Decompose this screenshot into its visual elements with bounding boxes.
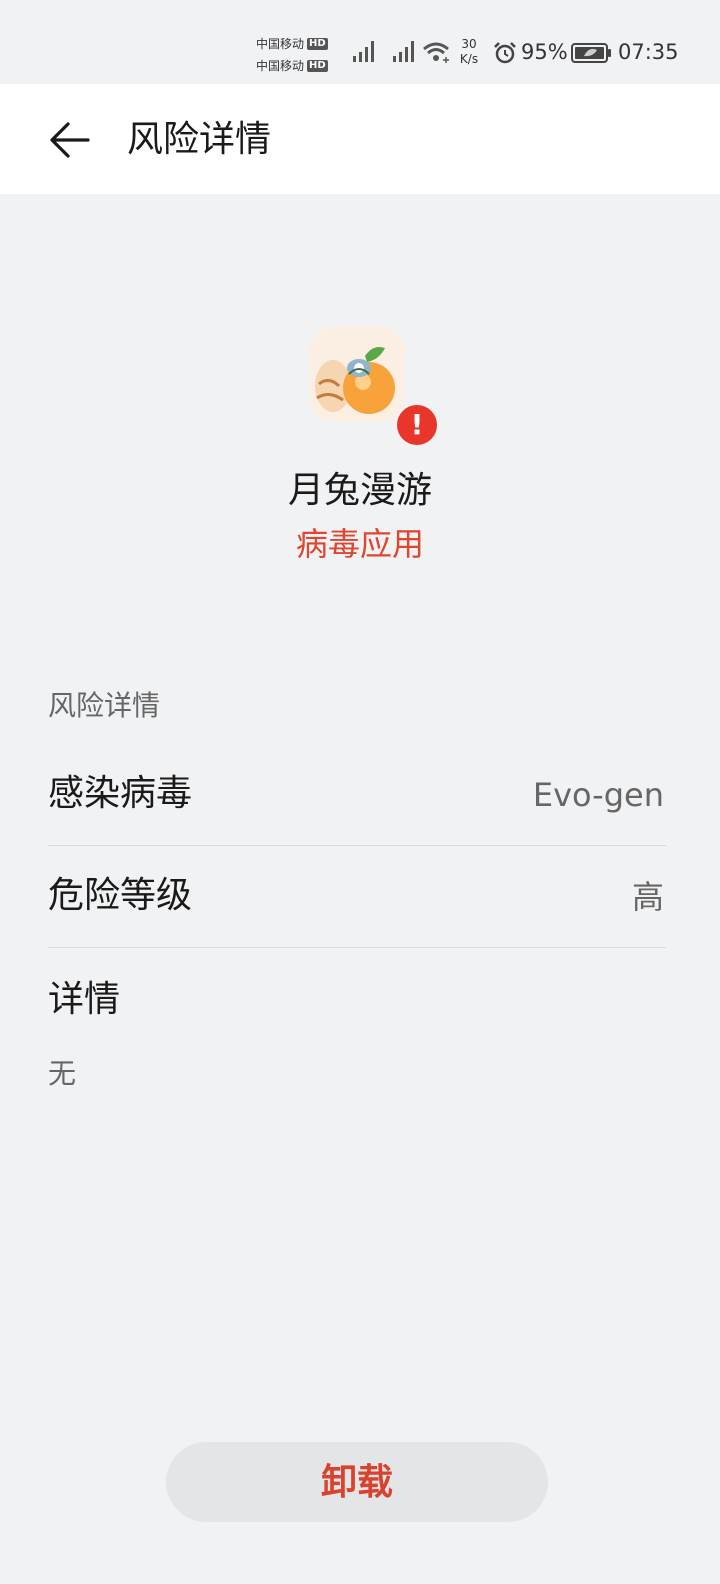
wifi-icon [423, 42, 449, 63]
arrow-left-icon [50, 122, 90, 158]
app-name: 月兔漫游 [287, 470, 432, 511]
carrier-name: 中国移动 [256, 37, 305, 51]
carrier-row: 中国移动 HD [256, 55, 328, 77]
row-label: 危险等级 [48, 875, 193, 916]
network-speed: 30 K/s [454, 37, 484, 67]
carrier-info: 中国移动 HD 中国移动 HD [256, 33, 328, 77]
hd-badge: HD [307, 38, 328, 50]
row-label: 感染病毒 [48, 773, 193, 814]
hd-badge: HD [307, 60, 328, 72]
status-bar: 中国移动 HD 中国移动 HD 30 K/s 95% 07:35 [0, 0, 720, 84]
app-bar: 风险详情 [0, 84, 720, 194]
clock: 07:35 [618, 40, 679, 64]
detail-label: 详情 [48, 979, 121, 1020]
back-button[interactable] [40, 112, 100, 168]
risk-type-label: 病毒应用 [295, 525, 424, 563]
signal-strength-icon [353, 41, 374, 62]
network-speed-unit: K/s [459, 52, 479, 66]
carrier-row: 中国移动 HD [256, 33, 328, 55]
section-title: 风险详情 [48, 689, 161, 722]
uninstall-label: 卸载 [320, 1461, 393, 1503]
risk-level-row: 危险等级 高 [48, 846, 666, 948]
app-icon [309, 326, 405, 422]
page-title: 风险详情 [127, 119, 272, 160]
detail-text: 无 [48, 1057, 77, 1090]
network-speed-value: 30 [461, 37, 477, 51]
virus-row: 感染病毒 Evo-gen [48, 744, 666, 846]
warning-glyph: ! [410, 408, 424, 441]
uninstall-button[interactable]: 卸载 [166, 1442, 548, 1522]
row-value: Evo-gen [532, 776, 664, 814]
alarm-icon [494, 42, 516, 64]
carrier-name: 中国移动 [256, 59, 305, 73]
warning-badge: ! [394, 402, 440, 448]
app-logo-icon [309, 326, 405, 422]
battery-percent: 95% [521, 40, 568, 64]
battery-icon [571, 43, 611, 63]
row-value: 高 [631, 878, 664, 916]
signal-strength-icon [393, 41, 414, 62]
